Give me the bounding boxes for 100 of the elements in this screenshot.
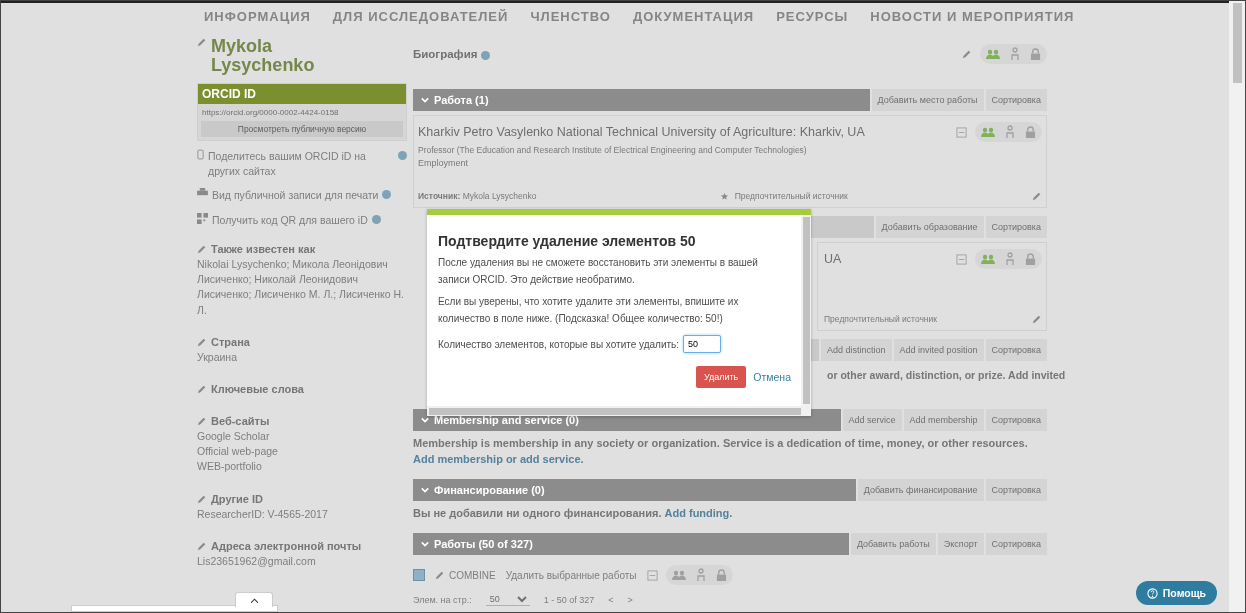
person-icon[interactable]: [1005, 252, 1015, 267]
edit-icon[interactable]: [197, 383, 207, 394]
edit-icon[interactable]: [197, 415, 207, 426]
section-action-button[interactable]: Добавить финансирование: [857, 479, 984, 502]
section-header[interactable]: [811, 216, 874, 239]
chevron-icon[interactable]: [421, 97, 429, 104]
help-icon[interactable]: [382, 190, 392, 200]
help-icon[interactable]: [398, 150, 407, 160]
dialog-horizontal-scrollbar[interactable]: [427, 406, 811, 416]
preferred-source: Предпочтительный источник: [734, 191, 848, 202]
document-icon[interactable]: [956, 253, 967, 265]
section-action-button[interactable]: Add membership: [903, 409, 984, 432]
page-size-select[interactable]: 50: [485, 593, 530, 606]
pencil-icon[interactable]: [1032, 314, 1042, 325]
pencil-icon[interactable]: [1032, 191, 1042, 202]
section-action-button[interactable]: Сортировка: [985, 479, 1047, 502]
lock-icon[interactable]: [715, 568, 727, 582]
edit-icon[interactable]: [197, 493, 207, 504]
person-icon[interactable]: [1010, 47, 1020, 62]
chevron-icon[interactable]: [421, 417, 429, 424]
nav-link[interactable]: ЧЛЕНСТВО: [530, 9, 611, 28]
field-label: Страна: [211, 335, 250, 348]
delete-selected-button[interactable]: Удалить выбранные работы: [505, 569, 637, 581]
chevron-icon[interactable]: [421, 541, 429, 547]
record-title: Kharkiv Petro Vasylenko National Technical University of Agriculture: Kharkiv, UA: [418, 125, 865, 140]
star-icon: [720, 192, 728, 200]
group-icon[interactable]: [671, 569, 686, 581]
add-link[interactable]: Add funding.: [664, 507, 733, 520]
combine-button[interactable]: COMBINE: [449, 569, 496, 581]
printer-icon: [197, 188, 208, 198]
section-note: Вы не добавили ни одного финансирования. Add funding.: [413, 506, 734, 522]
nav-link[interactable]: РЕСУРСЫ: [776, 9, 849, 28]
section-action-button[interactable]: Add service: [842, 409, 902, 432]
person-icon[interactable]: [1005, 125, 1015, 140]
field-label: Адреса электронной почты: [211, 539, 362, 552]
section-action-button[interactable]: Сортировка: [985, 89, 1047, 112]
scrollbar-thumb[interactable]: [1232, 3, 1242, 83]
help-icon[interactable]: [371, 214, 381, 224]
section-header[interactable]: Работа (1): [413, 89, 870, 112]
help-icon[interactable]: [481, 50, 491, 60]
edit-icon[interactable]: [197, 336, 207, 347]
next-page-button[interactable]: >: [627, 594, 633, 605]
field-value: Google Scholar: [197, 428, 271, 444]
count-input[interactable]: 50: [683, 335, 722, 353]
edit-icon[interactable]: [197, 540, 207, 551]
chevron-icon[interactable]: [421, 487, 429, 494]
phone-icon: [197, 148, 204, 160]
lock-icon[interactable]: [1025, 252, 1036, 266]
field-label: Другие ID: [211, 492, 264, 505]
document-icon[interactable]: [646, 569, 658, 581]
section-header[interactable]: Работы (50 of 327): [413, 533, 849, 555]
page-scrollbar[interactable]: [1229, 1, 1245, 612]
nav-link[interactable]: НОВОСТИ И МЕРОПРИЯТИЯ: [870, 9, 1075, 28]
field-label: Количество элементов, которые вы хотите удалить:: [438, 338, 680, 350]
section-action-button[interactable]: Добавить место работы: [871, 89, 984, 112]
sidebar-link[interactable]: Поделитесь вашим ORCID iD на других сайтах: [208, 148, 394, 180]
add-link[interactable]: Add membership or add service.: [413, 453, 584, 466]
field-label: Также известен как: [211, 242, 316, 255]
section-action-button[interactable]: Добавить образование: [875, 216, 984, 239]
help-button[interactable]: Помощь: [1135, 581, 1217, 605]
section-action-button[interactable]: Add invited position: [893, 339, 984, 362]
field-value: Nikolai Lysychenko; Микола Леонідович Лисиченко; Николай Леонидович Лисиченко; Лисиченко М. Л.; Лисиченко Н. Л.: [197, 256, 405, 318]
sidebar-link[interactable]: Получить код QR для вашего iD: [212, 212, 368, 228]
sidebar-link[interactable]: Вид публичной записи для печати: [212, 188, 379, 204]
previous-page-button[interactable]: <: [608, 594, 614, 605]
section-action-button[interactable]: Сортировка: [985, 533, 1047, 555]
dialog-title: Подтвердите удаление элементов 50: [438, 233, 697, 249]
record-subtitle: Professor (The Education and Research Institute of Electrical Engineering and Computer Technologies): [418, 145, 808, 156]
section-header[interactable]: [811, 339, 819, 362]
edit-icon[interactable]: [197, 243, 207, 254]
section-action-button[interactable]: Сортировка: [985, 216, 1047, 239]
group-icon[interactable]: [981, 126, 995, 139]
group-icon[interactable]: [986, 48, 1000, 61]
nav-link[interactable]: ДЛЯ ИССЛЕДОВАТЕЛЕЙ: [332, 9, 509, 28]
collapse-tab[interactable]: [235, 592, 273, 607]
cancel-link[interactable]: Отмена: [753, 371, 791, 383]
orcid-url[interactable]: https://orcid.org/0000-0002-4424-0158: [198, 103, 406, 121]
combine-icon[interactable]: [435, 570, 445, 580]
edit-icon[interactable]: [962, 49, 972, 60]
section-action-button[interactable]: Добавить работы: [850, 533, 936, 555]
public-version-button[interactable]: Просмотреть публичную версию: [201, 120, 403, 137]
section-note: Membership is membership in any society or organization. Service is a dedication of time, money, or other resources. Add membership or add service.: [413, 436, 1029, 468]
group-icon[interactable]: [981, 253, 995, 266]
document-icon[interactable]: [956, 126, 967, 138]
preferred-source: Предпочтительный источник: [824, 314, 938, 325]
edit-name-icon[interactable]: [197, 37, 207, 48]
lock-icon[interactable]: [1030, 47, 1041, 61]
section-action-button[interactable]: Add distinction: [821, 339, 892, 362]
select-all-checkbox[interactable]: [413, 569, 425, 581]
section-action-button[interactable]: Экспорт: [937, 533, 984, 555]
section-action-button[interactable]: Сортировка: [985, 409, 1047, 432]
lock-icon[interactable]: [1025, 125, 1036, 139]
section-action-button[interactable]: Сортировка: [985, 339, 1047, 362]
delete-button[interactable]: Удалить: [695, 366, 747, 388]
person-icon[interactable]: [695, 568, 706, 582]
nav-link[interactable]: ИНФОРМАЦИЯ: [204, 9, 311, 28]
nav-link[interactable]: ДОКУМЕНТАЦИЯ: [632, 9, 755, 28]
section-header[interactable]: Финансирование (0): [413, 479, 856, 502]
field-value: Украина: [197, 349, 238, 365]
dialog-scrollbar[interactable]: [801, 215, 811, 406]
